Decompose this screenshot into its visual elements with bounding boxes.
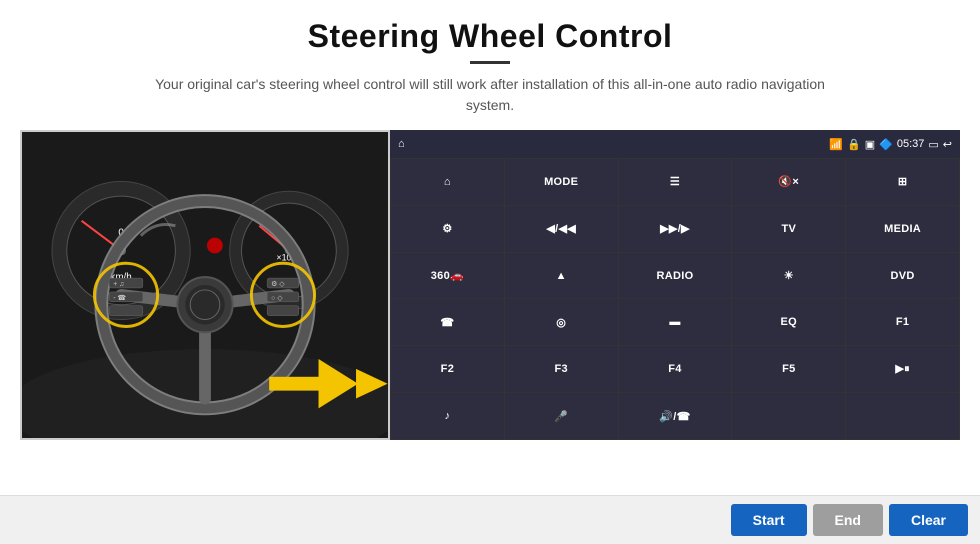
ui-btn-cam360[interactable]: 360🚗 [391, 253, 504, 299]
ui-btn-prev[interactable]: ◀/◀◀ [505, 206, 618, 252]
page-title: Steering Wheel Control [308, 18, 673, 55]
ui-panel: ⌂ 📶 🔒 ▣ 🔷 05:37 ▭ ↩ ⌂MODE☰🔇×⊞⚙◀/◀◀▶▶/▶TV… [390, 130, 960, 440]
ui-btn-mic[interactable]: 🎤 [505, 393, 618, 439]
ui-btn-eject[interactable]: ▲ [505, 253, 618, 299]
ui-btn-brightness[interactable]: ☀ [732, 253, 845, 299]
lock-icon: 🔒 [847, 138, 861, 151]
ui-btn-dvd[interactable]: DVD [846, 253, 959, 299]
end-button[interactable]: End [813, 504, 883, 536]
title-divider [470, 61, 510, 64]
ui-btn-tv[interactable]: TV [732, 206, 845, 252]
bluetooth-icon: 🔷 [879, 138, 893, 151]
ui-btn-eq[interactable]: EQ [732, 299, 845, 345]
ui-btn-f1[interactable]: F1 [846, 299, 959, 345]
ui-btn-music[interactable]: ♪ [391, 393, 504, 439]
home-icon: ⌂ [398, 138, 405, 150]
ui-btn-phone[interactable]: ☎ [391, 299, 504, 345]
svg-text:+ ♫: + ♫ [113, 281, 124, 288]
page-subtitle: Your original car's steering wheel contr… [130, 74, 850, 116]
page-container: Steering Wheel Control Your original car… [0, 0, 980, 544]
svg-text:⚙ ◇: ⚙ ◇ [271, 280, 285, 288]
status-left: ⌂ [398, 138, 405, 150]
status-bar: ⌂ 📶 🔒 ▣ 🔷 05:37 ▭ ↩ [390, 130, 960, 158]
ui-btn-nav[interactable]: ⌂ [391, 159, 504, 205]
ui-btn-radio[interactable]: RADIO [619, 253, 732, 299]
svg-text:- ☎: - ☎ [113, 294, 126, 302]
button-grid: ⌂MODE☰🔇×⊞ ⚙◀/◀◀▶▶/▶TVMEDIA 360🚗▲RADIO☀DVD ☎… [390, 158, 960, 440]
clear-button[interactable]: Clear [889, 504, 968, 536]
ui-btn-f4[interactable]: F4 [619, 346, 732, 392]
svg-text:○ ◇: ○ ◇ [271, 295, 283, 302]
ui-btn-f5[interactable]: F5 [732, 346, 845, 392]
ui-btn-apps[interactable]: ⊞ [846, 159, 959, 205]
start-button[interactable]: Start [731, 504, 807, 536]
ui-btn-menu[interactable]: ☰ [619, 159, 732, 205]
content-area: 0 km/h ×1000 [20, 130, 960, 440]
ui-btn-vol[interactable]: 🔊/☎ [619, 393, 732, 439]
back-icon: ↩ [943, 138, 952, 151]
wifi-icon: 📶 [829, 138, 843, 151]
ui-btn-browse[interactable]: ◎ [505, 299, 618, 345]
screen-icon: ▭ [928, 138, 938, 151]
sd-icon: ▣ [865, 138, 875, 151]
time-display: 05:37 [897, 138, 925, 150]
ui-btn-mode[interactable]: MODE [505, 159, 618, 205]
ui-btn-playpause[interactable]: ▶⏸ [846, 346, 959, 392]
steering-wheel-image: 0 km/h ×1000 [20, 130, 390, 440]
ui-btn-screen[interactable]: ▬ [619, 299, 732, 345]
action-bar: Start End Clear [0, 495, 980, 544]
ui-btn-media[interactable]: MEDIA [846, 206, 959, 252]
status-right: 📶 🔒 ▣ 🔷 05:37 ▭ ↩ [829, 138, 952, 151]
ui-btn-f2[interactable]: F2 [391, 346, 504, 392]
ui-btn-f3[interactable]: F3 [505, 346, 618, 392]
ui-btn-settings[interactable]: ⚙ [391, 206, 504, 252]
ui-btn-mute[interactable]: 🔇× [732, 159, 845, 205]
ui-btn-empty2[interactable] [846, 393, 959, 439]
ui-btn-empty1[interactable] [732, 393, 845, 439]
ui-btn-next[interactable]: ▶▶/▶ [619, 206, 732, 252]
